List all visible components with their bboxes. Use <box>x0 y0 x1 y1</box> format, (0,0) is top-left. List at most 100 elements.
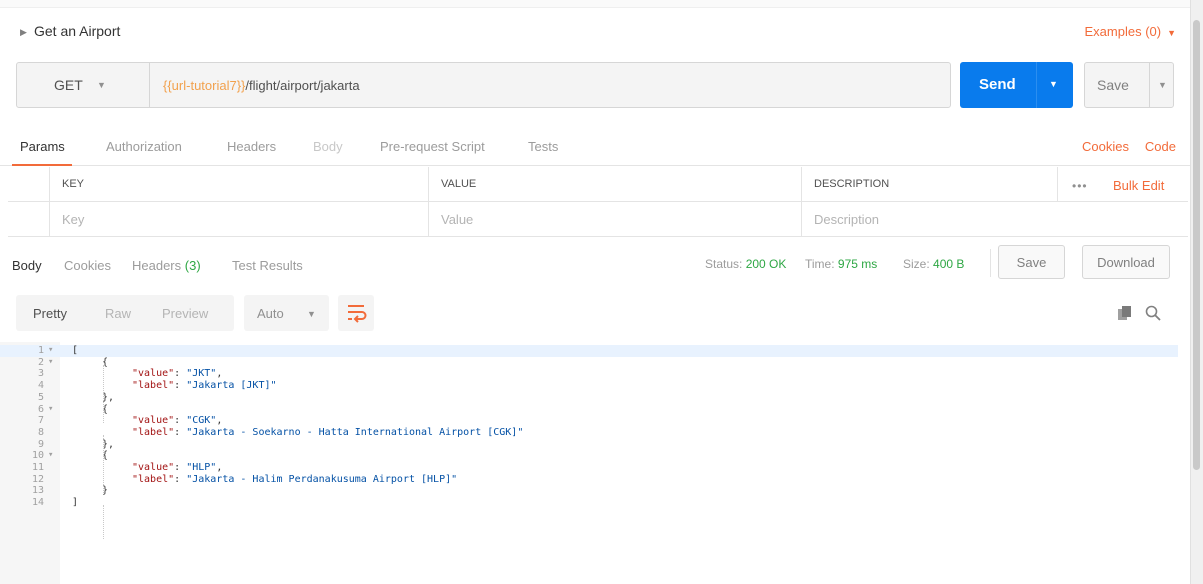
indent-guide <box>103 435 104 493</box>
code-line: 10 ▾{ <box>0 450 1178 462</box>
fold-toggle-icon[interactable]: ▾ <box>48 404 53 416</box>
line-number: 2 <box>37 356 44 368</box>
code-line: 1 ▾ [ <box>0 345 1178 357</box>
code-text: [ <box>72 345 78 357</box>
code-line: 12 "label": "Jakarta - Halim Perdanakusum… <box>0 474 1178 486</box>
language-label: Auto <box>257 306 284 321</box>
send-divider <box>1036 62 1037 108</box>
params-table: KEY VALUE DESCRIPTION ••• Bulk Edit Key … <box>8 167 1188 237</box>
tab-params[interactable]: Params <box>20 139 65 154</box>
tab-headers[interactable]: Headers <box>227 139 276 154</box>
tab-test-results[interactable]: Test Results <box>232 258 303 273</box>
wrap-lines-button[interactable] <box>338 295 374 331</box>
json-key: "value" <box>132 415 175 427</box>
url-input[interactable]: {{url-tutorial7}}/flight/airport/jakarta <box>163 78 360 93</box>
json-punctuation: , <box>216 368 223 380</box>
size-label: Size: <box>903 257 930 271</box>
method-select[interactable]: GET ▼ <box>17 63 150 107</box>
format-toggle-group: Pretty Raw Preview <box>16 295 234 331</box>
response-tabs: Body Cookies Headers (3) Test Results St… <box>0 245 1190 285</box>
json-punctuation: , <box>216 415 223 427</box>
tab-response-cookies[interactable]: Cookies <box>64 258 111 273</box>
json-string-value: "Jakarta [JKT]" <box>186 380 277 392</box>
line-number: 10 <box>31 450 44 462</box>
url-variable: {{url-tutorial7}} <box>163 78 246 93</box>
json-key: "label" <box>132 426 175 438</box>
send-button[interactable]: Send ▼ <box>960 62 1073 108</box>
save-options-chevron-icon[interactable]: ▼ <box>1158 80 1167 90</box>
tab-tests[interactable]: Tests <box>528 139 558 154</box>
examples-dropdown[interactable]: Examples (0) ▼ <box>1085 24 1177 39</box>
scrollbar-thumb[interactable] <box>1193 20 1200 470</box>
headers-tab-label: Headers <box>132 258 182 273</box>
language-select[interactable]: Auto ▼ <box>244 295 329 331</box>
json-key: "label" <box>132 380 175 392</box>
value-input[interactable]: Value <box>428 202 801 237</box>
code-text: "label": "Jakarta - Soekarno - Hatta Int… <box>132 426 524 438</box>
tab-body[interactable]: Body <box>313 139 343 154</box>
code-line: 14] <box>0 497 1178 509</box>
search-icon[interactable] <box>1145 305 1161 321</box>
line-number: 1 <box>37 345 44 356</box>
more-options-icon[interactable]: ••• <box>1072 179 1088 193</box>
tab-response-headers[interactable]: Headers (3) <box>132 258 201 273</box>
code-link[interactable]: Code <box>1145 139 1176 154</box>
code-line: 7 "value": "CGK", <box>0 415 1178 427</box>
code-text: "value": "CGK", <box>132 415 223 427</box>
tab-authorization[interactable]: Authorization <box>106 139 182 154</box>
download-button[interactable]: Download <box>1082 245 1170 279</box>
size-readout: Size: 400 B <box>903 257 964 271</box>
json-key: "label" <box>132 473 175 485</box>
line-number: 13 <box>31 485 44 497</box>
json-string-value: "CGK" <box>186 415 217 427</box>
tab-pre-request-script[interactable]: Pre-request Script <box>380 139 485 154</box>
json-punctuation: ] <box>72 497 79 509</box>
format-preview[interactable]: Preview <box>162 306 208 321</box>
time-value: 975 ms <box>837 257 878 271</box>
json-string-value: "Jakarta - Soekarno - Hatta Internationa… <box>186 426 524 438</box>
save-request-button[interactable]: Save ▼ <box>1084 62 1174 108</box>
response-body-editor[interactable]: 1 ▾[2 ▾{3 "value": "JKT", 4 "label": "Jakarta… <box>0 342 1190 584</box>
json-string-value: "HLP" <box>186 462 217 473</box>
save-divider <box>1149 63 1150 107</box>
url-path: /flight/airport/jakarta <box>245 78 360 93</box>
fold-toggle-icon[interactable]: ▾ <box>48 450 53 462</box>
request-name[interactable]: Get an Airport <box>34 23 120 39</box>
line-number: 6 <box>37 403 44 415</box>
code-line: 9}, <box>0 439 1178 451</box>
json-string-value: "Jakarta - Halim Perdanakusuma Airport [… <box>186 473 458 485</box>
line-number: 12 <box>31 473 44 485</box>
json-key: "value" <box>132 368 175 380</box>
code-line: 6 ▾{ <box>0 404 1178 416</box>
json-punctuation: , <box>216 462 223 473</box>
bulk-edit-link[interactable]: Bulk Edit <box>1113 178 1164 193</box>
indent-guide <box>103 505 104 539</box>
code-line: 3 "value": "JKT", <box>0 368 1178 380</box>
send-options-chevron-icon[interactable]: ▼ <box>1049 79 1058 89</box>
expand-caret-icon[interactable]: ▶ <box>20 27 27 38</box>
wrap-lines-icon <box>348 305 367 323</box>
method-label: GET <box>54 77 83 93</box>
code-text: ] <box>72 497 78 509</box>
format-pretty[interactable]: Pretty <box>33 306 67 321</box>
code-line: 4 "label": "Jakarta [JKT]" <box>0 380 1178 392</box>
fold-toggle-icon[interactable]: ▾ <box>48 357 53 369</box>
header-description: DESCRIPTION <box>801 167 1057 202</box>
vertical-scrollbar[interactable] <box>1190 0 1203 584</box>
key-input[interactable]: Key <box>49 202 428 237</box>
send-label: Send <box>979 76 1016 93</box>
fold-toggle-icon[interactable]: ▾ <box>48 345 53 357</box>
json-key: "value" <box>132 462 175 473</box>
params-header-row: KEY VALUE DESCRIPTION ••• Bulk Edit <box>8 167 1188 202</box>
code-line: 11 "value": "HLP", <box>0 462 1178 474</box>
description-input[interactable]: Description <box>801 202 1057 237</box>
save-response-button[interactable]: Save <box>998 245 1065 279</box>
line-number: 3 <box>37 368 44 380</box>
format-raw[interactable]: Raw <box>105 306 131 321</box>
cookies-link[interactable]: Cookies <box>1082 139 1129 154</box>
save-label: Save <box>1097 77 1129 93</box>
tab-response-body[interactable]: Body <box>12 258 42 273</box>
line-number: 9 <box>37 438 44 450</box>
code-text: "label": "Jakarta - Halim Perdanakusuma … <box>132 473 458 485</box>
copy-icon[interactable] <box>1118 306 1132 320</box>
